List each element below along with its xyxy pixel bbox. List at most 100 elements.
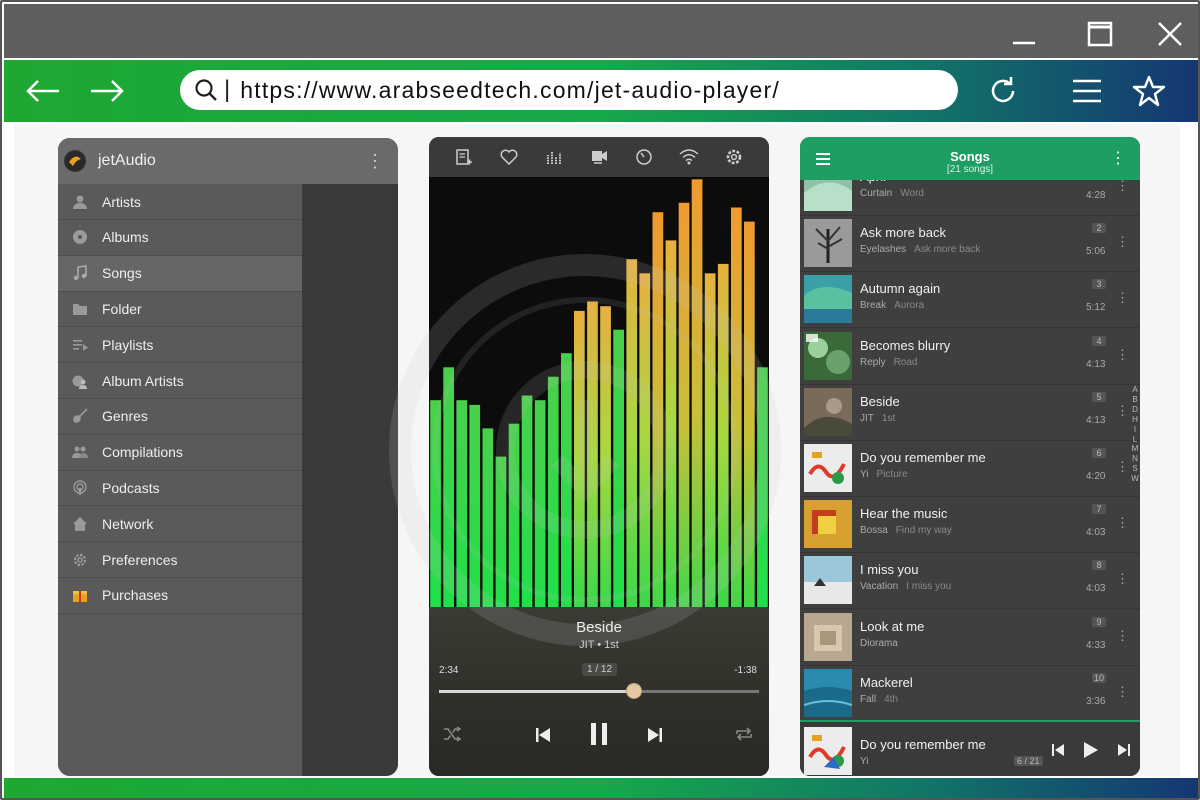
library-item-albums[interactable]: Albums — [58, 220, 302, 256]
track-position: 1 / 12 — [582, 663, 618, 676]
visualizer-bar — [626, 259, 638, 607]
song-duration: 4:33 — [1086, 639, 1106, 651]
more-vert-icon[interactable]: ⋮ — [366, 152, 384, 170]
visualizer-bar — [469, 404, 481, 607]
more-vert-icon[interactable]: ⋮ — [1116, 234, 1129, 250]
more-vert-icon[interactable]: ⋮ — [1116, 347, 1129, 363]
alphabet-letter[interactable]: B — [1130, 395, 1140, 405]
repeat-icon[interactable] — [733, 723, 755, 745]
more-vert-icon[interactable]: ⋮ — [1110, 151, 1126, 167]
library-item-purchases[interactable]: Purchases — [58, 578, 302, 614]
alphabet-letter[interactable]: I — [1130, 425, 1140, 435]
more-vert-icon[interactable]: ⋮ — [1116, 684, 1129, 700]
alphabet-letter[interactable]: S — [1130, 464, 1140, 474]
more-vert-icon[interactable]: ⋮ — [1116, 290, 1129, 306]
song-row[interactable]: Mackerel Fall 4th 10 3:36 ⋮ — [800, 665, 1140, 720]
reload-icon[interactable] — [984, 73, 1022, 109]
song-row[interactable]: Ask more back Eyelashes Ask more back 2 5:06… — [800, 216, 1140, 273]
mini-player[interactable]: Do you remember me Yi 6 / 21 — [800, 720, 1140, 776]
library-item-preferences[interactable]: Preferences — [58, 542, 302, 578]
song-album: I miss you — [906, 581, 952, 593]
song-row[interactable]: AprilCurtainWord14:28⋮ — [800, 180, 1140, 216]
more-vert-icon[interactable]: ⋮ — [1116, 459, 1129, 475]
track-number: 7 — [1092, 504, 1106, 515]
address-bar[interactable]: | https://www.arabseedtech.com/jet-audio… — [180, 70, 958, 110]
gear-icon[interactable] — [724, 147, 744, 167]
maximize-icon[interactable] — [1080, 14, 1120, 54]
hamburger-menu-icon[interactable] — [1068, 73, 1106, 109]
alphabet-index[interactable]: ABDHILMNSW — [1130, 385, 1140, 484]
visualizer-icon[interactable] — [589, 147, 609, 167]
song-row[interactable]: I miss you Vacation I miss you 8 4:03 ⋮ — [800, 553, 1140, 610]
close-icon[interactable] — [1150, 14, 1190, 54]
pause-icon[interactable] — [585, 720, 613, 748]
library-item-network[interactable]: Network — [58, 506, 302, 543]
elapsed-time: 2:34 — [439, 665, 459, 676]
alphabet-letter[interactable]: L — [1130, 435, 1140, 445]
star-icon[interactable] — [1130, 73, 1168, 109]
library-item-genres[interactable]: Genres — [58, 399, 302, 435]
library-item-label: Network — [102, 515, 154, 532]
play-icon[interactable] — [1080, 739, 1102, 761]
arrow-left-icon[interactable] — [24, 73, 62, 109]
more-vert-icon[interactable]: ⋮ — [1116, 515, 1129, 531]
alphabet-letter[interactable]: H — [1130, 415, 1140, 425]
song-album: Road — [893, 356, 918, 368]
visualizer-bar — [495, 456, 507, 607]
alphabet-letter[interactable]: W — [1130, 474, 1140, 484]
album-art — [804, 275, 852, 324]
library-item-label: Playlists — [102, 336, 154, 353]
song-row[interactable]: Look at me Diorama 9 4:33 ⋮ — [800, 609, 1140, 666]
song-artist: Diorama — [860, 637, 898, 649]
wifi-icon[interactable] — [679, 147, 699, 167]
jetaudio-logo-icon — [64, 150, 86, 172]
library-item-songs[interactable]: Songs — [58, 255, 302, 292]
arrow-right-icon[interactable] — [88, 73, 126, 109]
more-vert-icon[interactable]: ⋮ — [1116, 403, 1129, 419]
visualizer-bar — [665, 240, 677, 607]
seek-bar-thumb[interactable] — [626, 683, 643, 699]
song-row[interactable]: Beside JIT 1st 5 4:13 ⋮ — [800, 384, 1140, 441]
drawer-scrim[interactable] — [302, 184, 398, 776]
track-number: 9 — [1092, 616, 1106, 627]
track-number: 8 — [1092, 560, 1106, 571]
shuffle-icon[interactable] — [441, 723, 463, 745]
track-number: 2 — [1092, 223, 1106, 234]
equalizer-icon[interactable] — [544, 147, 564, 167]
next-icon[interactable] — [643, 723, 667, 747]
previous-icon[interactable] — [531, 723, 555, 747]
alphabet-letter[interactable]: A — [1130, 385, 1140, 395]
song-album: Find my way — [895, 525, 952, 537]
add-playlist-icon[interactable] — [454, 147, 474, 167]
library-item-playlists[interactable]: Playlists — [58, 327, 302, 364]
alphabet-letter[interactable]: N — [1130, 454, 1140, 464]
visualizer — [430, 179, 768, 607]
url-text[interactable]: https://www.arabseedtech.com/jet-audio-p… — [240, 77, 780, 104]
library-item-folder[interactable]: Folder — [58, 291, 302, 328]
song-row[interactable]: Do you remember me Yi Picture 6 4:20 ⋮ — [800, 441, 1140, 497]
more-vert-icon[interactable]: ⋮ — [1116, 180, 1129, 194]
song-row[interactable]: Hear the music Bossa Find my way 7 4:03 ⋮ — [800, 497, 1140, 554]
alphabet-letter[interactable]: D — [1130, 405, 1140, 415]
previous-icon[interactable] — [1048, 740, 1068, 760]
seek-bar[interactable] — [439, 683, 759, 699]
guitar-icon — [70, 406, 90, 426]
more-vert-icon[interactable]: ⋮ — [1116, 571, 1129, 587]
library-item-artists[interactable]: Artists — [58, 184, 302, 220]
timer-icon[interactable] — [634, 147, 654, 167]
alphabet-letter[interactable]: M — [1130, 444, 1140, 454]
song-row[interactable]: Becomes blurry Reply Road 4 4:13 ⋮ — [800, 328, 1140, 385]
more-vert-icon[interactable]: ⋮ — [1116, 628, 1129, 644]
minimize-icon[interactable] — [1004, 14, 1044, 54]
song-artist-album: JIT • 1st — [579, 639, 619, 651]
song-row[interactable]: Autumn again Break Aurora 3 5:12 ⋮ — [800, 272, 1140, 329]
visualizer-bar — [704, 273, 716, 607]
library-item-album-artists[interactable]: Album Artists — [58, 363, 302, 399]
next-icon[interactable] — [1114, 740, 1134, 760]
library-item-podcasts[interactable]: Podcasts — [58, 470, 302, 507]
library-item-compilations[interactable]: Compilations — [58, 435, 302, 471]
browser-bottom-bar — [4, 778, 1198, 798]
song-meta: Eyelashes Ask more back — [860, 244, 980, 255]
heart-icon[interactable] — [499, 147, 519, 167]
library-item-label: Genres — [102, 408, 148, 425]
